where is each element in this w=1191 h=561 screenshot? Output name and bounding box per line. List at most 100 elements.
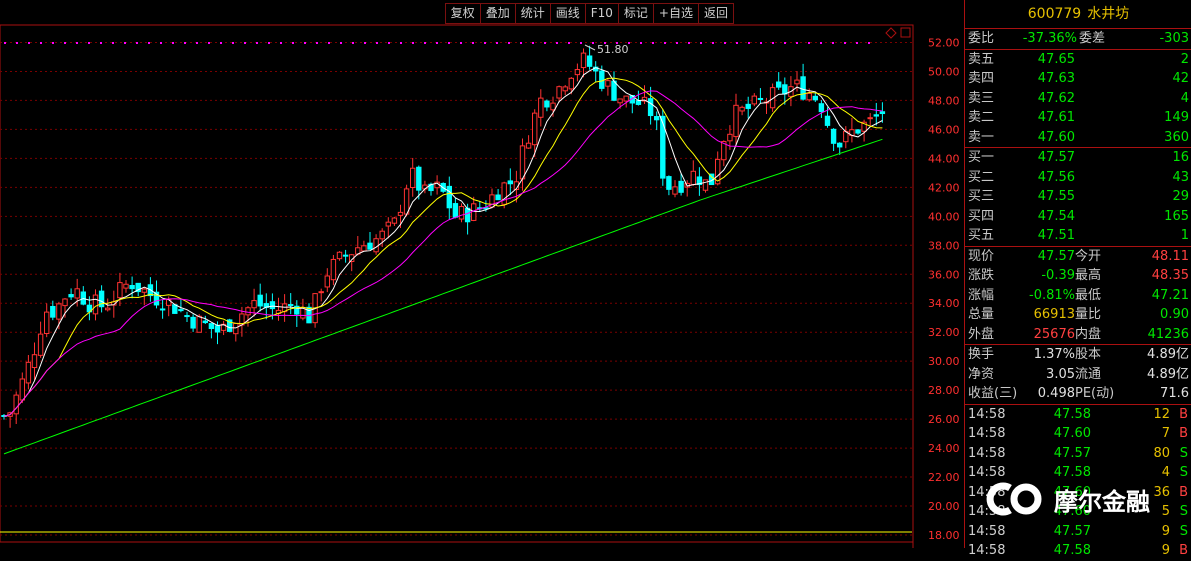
- price-tick-label: 38.00: [928, 239, 960, 252]
- f10-button[interactable]: F10: [584, 3, 619, 24]
- candle-body: [141, 288, 148, 293]
- sell-orders: 卖五 47.65 2 卖四 47.63 42 卖三 47.62 4 卖二 47.61 149 卖一 47.…: [965, 50, 1191, 148]
- candle-body: [471, 203, 477, 221]
- price-tick-label: 36.00: [928, 268, 960, 281]
- candle-body: [172, 304, 178, 314]
- sell-label: 卖一: [968, 129, 995, 145]
- candle-body: [446, 185, 453, 209]
- candle-body: [288, 304, 294, 307]
- candle-body: [257, 294, 263, 307]
- price-tick-label: 18.00: [928, 529, 960, 542]
- tick-row[interactable]: 14:58 47.57 80 S: [965, 444, 1191, 464]
- sell-price: 47.63: [1037, 71, 1075, 86]
- kline-chart-area[interactable]: 52.00 50.00 48.00 46.00 44.00 42.00 40.00 38.00…: [0, 0, 964, 548]
- tick-side: S: [1179, 523, 1188, 539]
- quote-row: 外盘 25676 内盘 41236: [965, 325, 1191, 345]
- candle-body: [184, 315, 190, 318]
- candle-body: [25, 361, 32, 384]
- buy-volume: 29: [1172, 189, 1189, 204]
- stats-label: 股本: [1075, 347, 1102, 362]
- price-tick-label: 32.00: [928, 326, 960, 339]
- tick-row[interactable]: 14:58 47.58 12 B: [965, 405, 1191, 425]
- quote-value: -0.39: [1041, 268, 1075, 283]
- price-tick-label: 40.00: [928, 210, 960, 223]
- quote-value: 0.90: [1160, 307, 1189, 322]
- candle-body: [178, 309, 184, 312]
- candle-body: [867, 117, 873, 120]
- candle-body: [800, 76, 806, 100]
- buy-label: 买二: [968, 169, 995, 185]
- stats-row: 净资 3.05 流通 4.89亿: [965, 365, 1191, 385]
- candle-body: [92, 294, 99, 315]
- price-tick-label: 26.00: [928, 413, 960, 426]
- back-button[interactable]: 返回: [697, 3, 734, 24]
- candle-body: [776, 81, 782, 88]
- candle-body: [647, 98, 654, 117]
- sell-price: 47.60: [1037, 129, 1075, 145]
- candle-body: [757, 97, 764, 100]
- price-tick-label: 22.00: [928, 471, 960, 484]
- candle-body: [318, 291, 324, 294]
- tick-time: 14:58: [968, 426, 1006, 441]
- buy-row: 买一 47.57 16: [965, 148, 1191, 168]
- add-watchlist-button[interactable]: +自选: [652, 3, 699, 24]
- candle-body: [751, 95, 757, 105]
- quote-row: 涨幅 -0.81% 最低 47.21: [965, 286, 1191, 306]
- tick-row[interactable]: 14:58 47.57 9 S: [965, 522, 1191, 542]
- candle-body: [245, 307, 251, 316]
- quote-value: 25676: [1033, 326, 1075, 342]
- price-tick-label: 28.00: [928, 384, 960, 397]
- candle-body: [373, 238, 379, 253]
- candle-body: [495, 194, 501, 201]
- ma10-line: [3, 77, 883, 417]
- candle-body: [586, 55, 593, 67]
- candle-body: [654, 116, 660, 121]
- ma20-line: [3, 90, 883, 417]
- buy-volume: 16: [1172, 150, 1189, 165]
- sell-row: 卖四 47.63 42: [965, 69, 1191, 89]
- fuquan-button[interactable]: 复权: [444, 3, 481, 24]
- stats-button[interactable]: 统计: [514, 3, 551, 24]
- candle-body: [324, 275, 331, 288]
- candle-body: [452, 203, 459, 218]
- candle-body: [538, 97, 544, 118]
- sell-label: 卖五: [968, 51, 995, 67]
- mark-button[interactable]: 标记: [617, 3, 654, 24]
- candle-body: [31, 354, 38, 369]
- candle-body: [818, 103, 825, 113]
- quote-value: 47.57: [1037, 248, 1075, 264]
- quote-stats: 现价 47.57 今开 48.11 涨跌 -0.39 最高 48.35 涨幅 -0.81% 最低 47…: [965, 247, 1191, 345]
- candle-body: [672, 186, 678, 195]
- tick-side: S: [1179, 465, 1188, 480]
- candle-body: [611, 80, 617, 101]
- tick-row[interactable]: 14:58 47.60 7 B: [965, 424, 1191, 444]
- candle-body: [733, 104, 739, 138]
- tick-volume: 80: [1153, 445, 1170, 461]
- quote-value: 48.35: [1151, 268, 1189, 283]
- tick-price: 47.58: [1053, 543, 1091, 558]
- candle-body: [678, 180, 684, 193]
- draw-line-button[interactable]: 画线: [549, 3, 586, 24]
- expand-icon: [900, 27, 911, 38]
- candle-body: [873, 114, 879, 117]
- candle-body: [342, 254, 349, 257]
- tick-side: B: [1179, 484, 1188, 500]
- quote-label: 现价: [968, 248, 995, 264]
- tick-row[interactable]: 14:58 47.58 9 B: [965, 541, 1191, 561]
- kline-chart[interactable]: 52.00 50.00 48.00 46.00 44.00 42.00 40.00 38.00…: [0, 0, 964, 548]
- candle-body: [830, 128, 837, 144]
- candle-body: [525, 142, 532, 149]
- buy-price: 47.51: [1037, 228, 1075, 243]
- candle-body: [580, 52, 587, 69]
- candle-body: [550, 102, 556, 111]
- buy-label: 买一: [968, 150, 995, 165]
- candle-body: [824, 115, 831, 126]
- quote-label: 涨幅: [968, 287, 995, 303]
- tick-volume: 9: [1161, 543, 1170, 558]
- overlay-button[interactable]: 叠加: [479, 3, 516, 24]
- share-stats: 换手 1.37% 股本 4.89亿 净资 3.05 流通 4.89亿 收益(三) 0.498 PE(…: [965, 345, 1191, 405]
- candle-body: [599, 70, 605, 89]
- tick-side: S: [1179, 445, 1188, 461]
- buy-row: 买四 47.54 165: [965, 207, 1191, 227]
- candle-body: [44, 311, 50, 335]
